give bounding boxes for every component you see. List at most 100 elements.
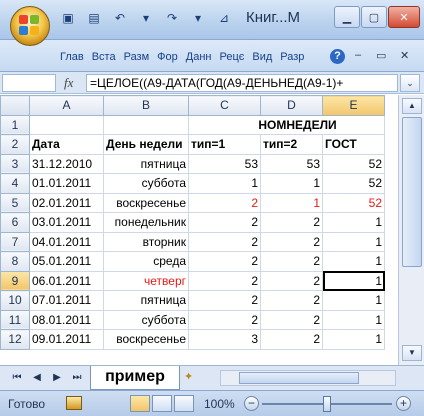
- cell[interactable]: 52: [322, 173, 385, 194]
- zoom-slider-thumb[interactable]: [323, 396, 331, 412]
- cell-highlighted[interactable]: 2: [188, 192, 261, 213]
- cell-highlighted[interactable]: 1: [260, 192, 323, 213]
- close-icon[interactable]: ✕: [388, 6, 420, 28]
- cell[interactable]: ГОСТ: [322, 134, 385, 155]
- scroll-up-icon[interactable]: ▲: [402, 98, 422, 114]
- dropdown-icon[interactable]: ▾: [136, 9, 156, 27]
- vertical-scroll-thumb[interactable]: [402, 117, 422, 267]
- insert-function-icon[interactable]: fx: [64, 75, 73, 91]
- minimize-icon[interactable]: ▁: [334, 6, 360, 28]
- cell[interactable]: 2: [260, 270, 323, 291]
- scroll-down-icon[interactable]: ▼: [402, 345, 422, 361]
- customize-icon[interactable]: ⊿: [214, 9, 234, 27]
- tab-view[interactable]: Вид: [248, 48, 276, 66]
- insert-sheet-icon[interactable]: ✦: [184, 370, 206, 386]
- prev-sheet-icon[interactable]: ◀: [30, 370, 44, 386]
- row-header[interactable]: 9: [0, 270, 30, 291]
- row-header[interactable]: 2: [0, 134, 30, 155]
- cell[interactable]: среда: [103, 251, 189, 272]
- tab-home[interactable]: Глав: [56, 48, 88, 66]
- name-box[interactable]: [2, 74, 56, 92]
- zoom-out-icon[interactable]: −: [244, 396, 259, 411]
- cell[interactable]: 04.01.2011: [29, 231, 104, 252]
- cell[interactable]: 2: [260, 212, 323, 233]
- cell[interactable]: 2: [260, 329, 323, 350]
- office-button[interactable]: [10, 6, 50, 46]
- redo-icon[interactable]: ↷: [162, 9, 182, 27]
- column-header[interactable]: D: [260, 95, 323, 116]
- column-header[interactable]: A: [29, 95, 104, 116]
- horizontal-scrollbar[interactable]: [220, 370, 396, 386]
- cell[interactable]: 2: [260, 251, 323, 272]
- cell[interactable]: 2: [188, 270, 261, 291]
- row-header[interactable]: 3: [0, 153, 30, 174]
- cell[interactable]: 03.01.2011: [29, 212, 104, 233]
- sheet-tab-active[interactable]: пример: [90, 366, 180, 390]
- horizontal-scroll-thumb[interactable]: [239, 372, 359, 384]
- help-icon[interactable]: ?: [330, 49, 345, 64]
- cell[interactable]: 3: [188, 329, 261, 350]
- dropdown-icon[interactable]: ▾: [188, 9, 208, 27]
- cell[interactable]: тип=2: [260, 134, 323, 155]
- macro-record-icon[interactable]: [66, 396, 82, 410]
- tab-developer[interactable]: Разр: [276, 48, 308, 66]
- select-all-corner[interactable]: [0, 95, 30, 116]
- tab-data[interactable]: Данн: [182, 48, 216, 66]
- tab-review[interactable]: Рецє: [216, 48, 249, 66]
- cell[interactable]: 52: [322, 153, 385, 174]
- cell[interactable]: 2: [188, 212, 261, 233]
- cell[interactable]: 1: [322, 212, 385, 233]
- cell[interactable]: пятница: [103, 290, 189, 311]
- cell[interactable]: воскресенье: [103, 192, 189, 213]
- next-sheet-icon[interactable]: ▶: [50, 370, 64, 386]
- row-header[interactable]: 8: [0, 251, 30, 272]
- cell[interactable]: 06.01.2011: [29, 270, 104, 291]
- cell[interactable]: 09.01.2011: [29, 329, 104, 350]
- chart-icon[interactable]: ▤: [84, 9, 104, 27]
- cell[interactable]: 05.01.2011: [29, 251, 104, 272]
- cell[interactable]: 31.12.2010: [29, 153, 104, 174]
- tab-insert[interactable]: Вста: [88, 48, 120, 66]
- row-header[interactable]: 5: [0, 192, 30, 213]
- cell[interactable]: 2: [188, 290, 261, 311]
- row-header[interactable]: 4: [0, 173, 30, 194]
- last-sheet-icon[interactable]: ⏭: [70, 370, 84, 386]
- column-header[interactable]: B: [103, 95, 189, 116]
- first-sheet-icon[interactable]: ⏮: [10, 370, 24, 386]
- column-header[interactable]: C: [188, 95, 261, 116]
- row-header[interactable]: 12: [0, 329, 30, 350]
- cell[interactable]: Дата: [29, 134, 104, 155]
- cell[interactable]: 1: [322, 329, 385, 350]
- tab-page-layout[interactable]: Разм: [120, 48, 154, 66]
- cell[interactable]: 2: [260, 290, 323, 311]
- cell[interactable]: воскресенье: [103, 329, 189, 350]
- cell[interactable]: День недели: [103, 134, 189, 155]
- maximize-icon[interactable]: ▢: [361, 6, 387, 28]
- formula-input[interactable]: =ЦЕЛОЕ((A9-ДАТА(ГОД(A9-ДЕНЬНЕД(A9-1)+: [86, 74, 398, 92]
- cell[interactable]: вторник: [103, 231, 189, 252]
- row-header[interactable]: 10: [0, 290, 30, 311]
- cell[interactable]: 1: [322, 290, 385, 311]
- vertical-scrollbar[interactable]: ▲ ▼: [398, 95, 424, 365]
- cell[interactable]: 2: [260, 309, 323, 330]
- ribbon-close-icon[interactable]: ✕: [400, 49, 409, 62]
- row-header[interactable]: 1: [0, 114, 30, 135]
- cell[interactable]: 2: [188, 231, 261, 252]
- cell[interactable]: 07.01.2011: [29, 290, 104, 311]
- row-header[interactable]: 7: [0, 231, 30, 252]
- cell[interactable]: 2: [188, 251, 261, 272]
- cell[interactable]: суббота: [103, 173, 189, 194]
- zoom-level[interactable]: 100%: [204, 397, 235, 411]
- active-cell[interactable]: 1: [322, 270, 385, 291]
- cell[interactable]: 2: [188, 309, 261, 330]
- cell[interactable]: 01.01.2011: [29, 173, 104, 194]
- ribbon-restore-icon[interactable]: ▭: [376, 49, 386, 62]
- cell[interactable]: 53: [188, 153, 261, 174]
- cell-highlighted[interactable]: 52: [322, 192, 385, 213]
- cell[interactable]: пятница: [103, 153, 189, 174]
- worksheet-grid[interactable]: A B C D E 1 НОМНЕДЕЛИ 2 Дата День недели…: [0, 95, 398, 353]
- undo-icon[interactable]: ↶: [110, 9, 130, 27]
- column-header[interactable]: E: [322, 95, 385, 116]
- cell[interactable]: 1: [322, 231, 385, 252]
- page-layout-view-icon[interactable]: [152, 395, 172, 412]
